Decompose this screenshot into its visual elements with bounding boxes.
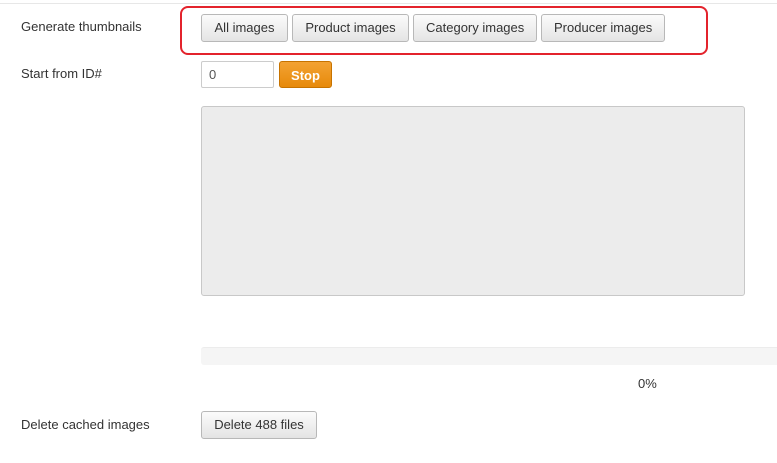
start-id-input[interactable] <box>201 61 274 88</box>
stop-button[interactable]: Stop <box>279 61 332 88</box>
generate-thumbnails-label: Generate thumbnails <box>21 19 142 34</box>
delete-files-button[interactable]: Delete 488 files <box>201 411 317 439</box>
top-divider <box>0 3 777 4</box>
progress-bar <box>201 347 777 365</box>
product-images-button[interactable]: Product images <box>292 14 409 42</box>
producer-images-button[interactable]: Producer images <box>541 14 665 42</box>
start-from-id-label: Start from ID# <box>21 66 102 81</box>
delete-cached-images-label: Delete cached images <box>21 417 150 432</box>
category-images-button[interactable]: Category images <box>413 14 537 42</box>
log-output-textarea[interactable] <box>201 106 745 296</box>
progress-percent: 0% <box>638 376 657 391</box>
all-images-button[interactable]: All images <box>201 14 288 42</box>
thumbnail-settings-page: Generate thumbnails All images Product i… <box>0 0 777 463</box>
